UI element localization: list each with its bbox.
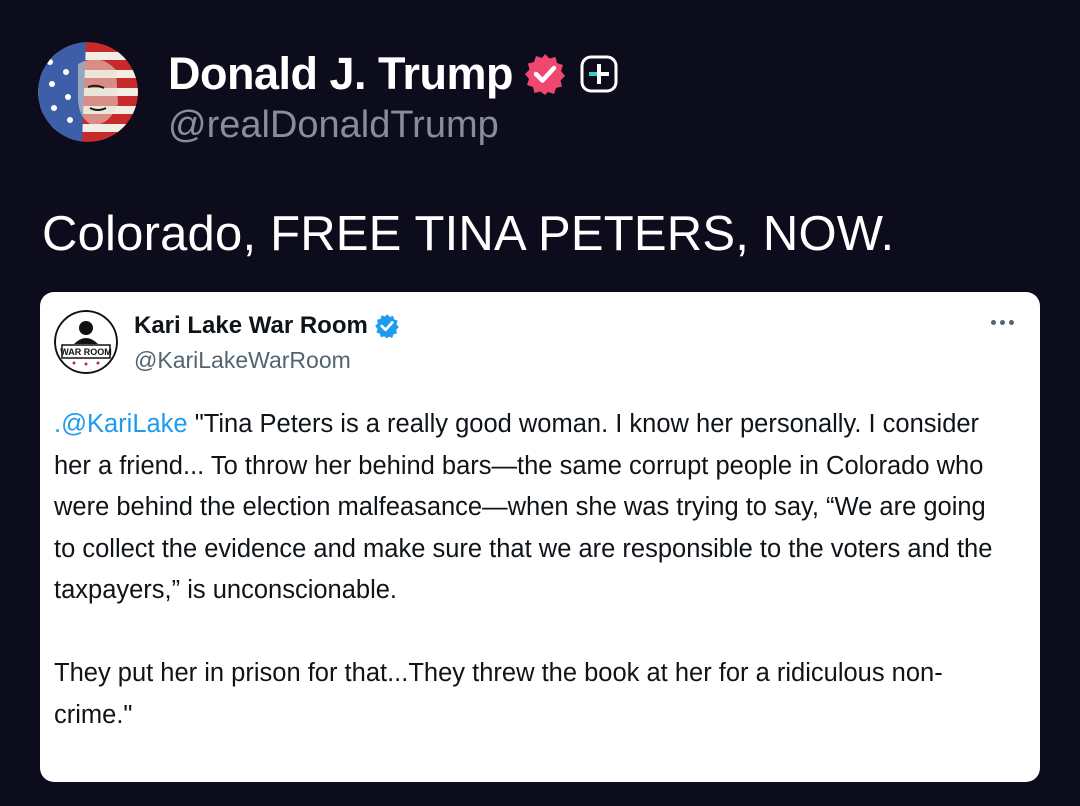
quoted-author-avatar[interactable]: WAR ROOM <box>54 310 118 374</box>
author-info: Donald J. Trump @realDonaldTrump <box>168 48 619 147</box>
more-options-icon[interactable] <box>991 320 1014 325</box>
author-name-row: Donald J. Trump <box>168 48 619 100</box>
quoted-author-display-name[interactable]: Kari Lake War Room <box>134 312 368 340</box>
post-header: Donald J. Trump @realDonaldTrump <box>38 42 619 147</box>
post-text: Colorado, FREE TINA PETERS, NOW. <box>42 207 895 261</box>
quoted-author-handle[interactable]: @KariLakeWarRoom <box>134 347 351 374</box>
quoted-post-body: .@KariLake "Tina Peters is a really good… <box>54 404 1014 736</box>
author-handle[interactable]: @realDonaldTrump <box>168 104 619 147</box>
quoted-post-card[interactable]: WAR ROOM Kari Lake War Room @KariLakeWar… <box>40 292 1040 782</box>
quoted-avatar-text: WAR ROOM <box>60 347 112 357</box>
quoted-author-name-row: Kari Lake War Room <box>134 312 400 340</box>
author-avatar[interactable] <box>38 42 138 142</box>
verified-badge-icon <box>523 52 567 96</box>
plus-badge-icon[interactable] <box>579 54 619 94</box>
author-display-name[interactable]: Donald J. Trump <box>168 48 514 100</box>
mention-link[interactable]: .@KariLake <box>54 410 188 438</box>
quoted-post-text: "Tina Peters is a really good woman. I k… <box>54 410 993 729</box>
verified-badge-icon <box>374 313 400 339</box>
